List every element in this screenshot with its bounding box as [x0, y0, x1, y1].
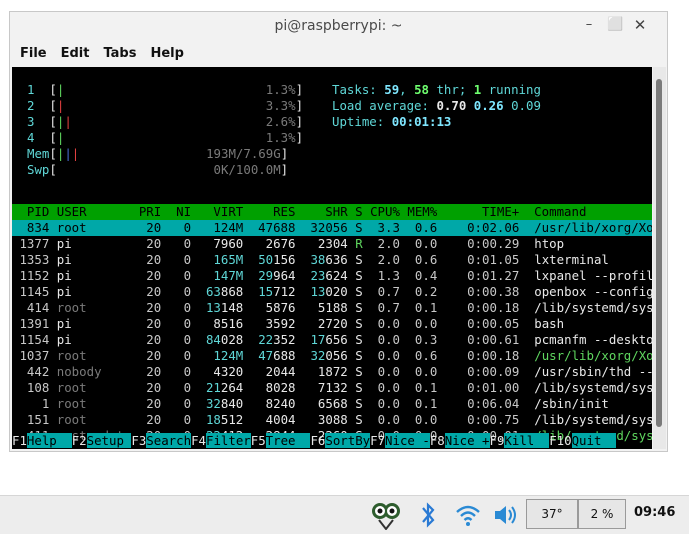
- fkey-f6: F6: [310, 433, 326, 448]
- menu-help[interactable]: Help: [150, 46, 183, 61]
- fkey-f2-label[interactable]: Setup: [86, 433, 132, 448]
- fkey-f8-label[interactable]: Nice +: [444, 433, 490, 448]
- process-row[interactable]: 1353 pi 20 0 165M 50156 38636 S 2.0 0.6 …: [12, 252, 652, 268]
- fkey-f9: F9: [489, 433, 505, 448]
- fkey-f3: F3: [131, 433, 147, 448]
- owl-app-icon[interactable]: [370, 500, 402, 534]
- uptime-line: Uptime: 00:01:13: [332, 114, 452, 129]
- fkey-f9-label[interactable]: Kill: [504, 433, 550, 448]
- cpu-meter-3: 3 [|| 2.6%]: [27, 114, 304, 129]
- swap-meter: Swp[ 0K/100.0M]: [27, 162, 289, 177]
- fkey-f7-label[interactable]: Nice -: [385, 433, 430, 448]
- process-row[interactable]: 108 root 20 0 21264 8028 7132 S 0.0 0.1 …: [12, 380, 652, 396]
- cpu-meter-2: 2 [| 3.3%]: [27, 98, 304, 113]
- window-title: pi@raspberrypi: ~: [274, 18, 403, 34]
- terminal-scrollbar[interactable]: [653, 67, 666, 449]
- bluetooth-icon[interactable]: [418, 500, 438, 534]
- fkey-f3-label[interactable]: Search: [146, 433, 192, 448]
- fkey-f5-label[interactable]: Tree: [265, 433, 311, 448]
- menu-edit[interactable]: Edit: [61, 46, 90, 61]
- clock[interactable]: 09:46: [634, 505, 675, 520]
- process-row[interactable]: 1391 pi 20 0 8516 3592 2720 S 0.0 0.0 0:…: [12, 316, 652, 332]
- function-key-bar: F1Help F2Setup F3SearchF4FilterF5Tree F6…: [12, 433, 652, 449]
- fkey-f4: F4: [191, 433, 206, 448]
- wifi-icon[interactable]: [454, 500, 482, 534]
- cpu-meter-1: 1 [| 1.3%]: [27, 82, 304, 97]
- menu-file[interactable]: File: [20, 46, 47, 61]
- process-row[interactable]: 834 root 20 0 124M 47688 32056 S 3.3 0.6…: [12, 220, 652, 236]
- menu-tabs[interactable]: Tabs: [103, 46, 136, 61]
- fkey-f8: F8: [429, 433, 445, 448]
- tasks-line: Tasks: 59, 58 thr; 1 running: [332, 82, 541, 97]
- cpu-usage-monitor[interactable]: 2 %: [578, 499, 626, 529]
- temperature-monitor[interactable]: 37°: [526, 499, 578, 529]
- process-row[interactable]: 414 root 20 0 13148 5876 5188 S 0.7 0.1 …: [12, 300, 652, 316]
- memory-meter: Mem[||| 193M/7.69G]: [27, 146, 289, 161]
- terminal-window: pi@raspberrypi: ~ – ⬜ ✕ File Edit Tabs H…: [9, 11, 668, 452]
- menu-bar: File Edit Tabs Help: [10, 40, 667, 66]
- process-row[interactable]: 1145 pi 20 0 63868 15712 13020 S 0.7 0.2…: [12, 284, 652, 300]
- load-average-line: Load average: 0.70 0.26 0.09: [332, 98, 541, 113]
- process-table-header[interactable]: PID USER PRI NI VIRT RES SHR S CPU% MEM%…: [12, 204, 652, 220]
- minimize-button[interactable]: –: [582, 17, 596, 33]
- maximize-button[interactable]: ⬜: [607, 17, 623, 33]
- scrollbar-thumb[interactable]: [656, 79, 662, 427]
- process-row[interactable]: 151 root 20 0 18512 4004 3088 S 0.0 0.0 …: [12, 412, 652, 428]
- fkey-f4-label[interactable]: Filter: [205, 433, 251, 448]
- fkey-f2: F2: [71, 433, 87, 448]
- taskbar: 37° 2 % 09:46: [0, 495, 689, 534]
- fkey-f1-label[interactable]: Help: [26, 433, 72, 448]
- process-row[interactable]: 442 nobody 20 0 4320 2044 1872 S 0.0 0.0…: [12, 364, 652, 380]
- fkey-f10: F10: [549, 433, 572, 448]
- close-button[interactable]: ✕: [633, 17, 647, 33]
- fkey-f6-label[interactable]: SortBy: [325, 433, 371, 448]
- fkey-f10-label[interactable]: Quit: [571, 433, 617, 448]
- process-row[interactable]: 1 root 20 0 32840 8240 6568 S 0.0 0.1 0:…: [12, 396, 652, 412]
- process-row[interactable]: 1377 pi 20 0 7960 2676 2304 R 2.0 0.0 0:…: [12, 236, 652, 252]
- process-row[interactable]: 1154 pi 20 0 84028 22352 17656 S 0.0 0.3…: [12, 332, 652, 348]
- fkey-f5: F5: [250, 433, 266, 448]
- process-row[interactable]: 1152 pi 20 0 147M 29964 23624 S 1.3 0.4 …: [12, 268, 652, 284]
- title-bar[interactable]: pi@raspberrypi: ~: [10, 12, 667, 40]
- process-row[interactable]: 1037 root 20 0 124M 47688 32056 S 0.0 0.…: [12, 348, 652, 364]
- volume-icon[interactable]: [492, 500, 520, 534]
- terminal-screen[interactable]: 1 [| 1.3%] 2 [| 3.3%] 3 [|| 2.6%] 4 [| 1.3%…: [12, 67, 652, 449]
- cpu-meter-4: 4 [| 1.3%]: [27, 130, 304, 145]
- fkey-f7: F7: [370, 433, 386, 448]
- fkey-f1: F1: [12, 433, 27, 448]
